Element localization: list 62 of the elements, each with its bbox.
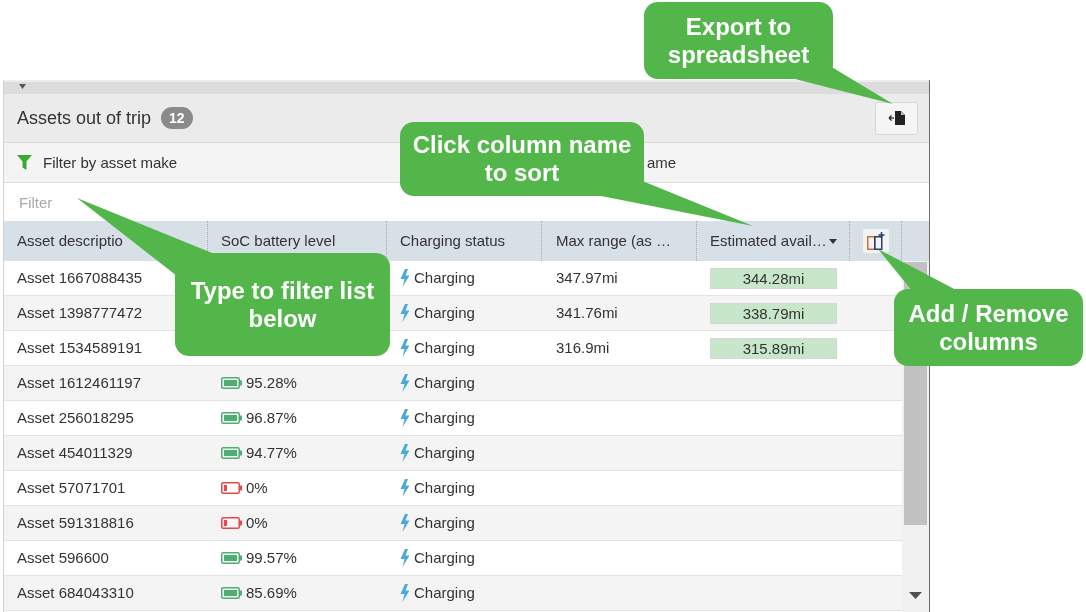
lightning-icon — [400, 514, 410, 532]
charging-status: Charging — [414, 409, 475, 427]
filter-button[interactable]: ame — [647, 153, 677, 172]
asset-name: Asset 256018295 — [17, 409, 134, 427]
charging-status: Charging — [414, 339, 475, 357]
lightning-icon — [400, 374, 410, 392]
count-badge: 12 — [161, 107, 193, 129]
column-header[interactable]: Estimated avail… — [710, 232, 837, 250]
lightning-icon — [400, 479, 410, 497]
charging-status: Charging — [414, 304, 475, 322]
lightning-icon — [400, 409, 410, 427]
estimated-range-bar: 344.28mi — [710, 267, 837, 289]
asset-name: Asset 1398777472 — [17, 304, 143, 322]
max-range: 316.9mi — [556, 339, 610, 357]
battery-percent: 85.69% — [246, 584, 297, 602]
column-header[interactable]: SoC battery level — [221, 232, 336, 250]
charging-status: Charging — [414, 549, 475, 567]
max-range: 341.76mi — [556, 304, 618, 322]
columns-plus-icon — [866, 232, 885, 250]
battery-percent: 95.28% — [246, 374, 297, 392]
charging-status: Charging — [414, 269, 475, 287]
panel-title: Assets out of trip — [17, 107, 152, 129]
asset-name: Asset 591318816 — [17, 514, 134, 532]
column-header[interactable]: Charging status — [400, 232, 506, 250]
battery-percent: 96.87% — [246, 409, 297, 427]
asset-name: Asset 596600 — [17, 549, 109, 567]
lightning-icon — [400, 444, 410, 462]
asset-name: Asset 1534589191 — [17, 339, 143, 357]
estimated-range-bar: 338.79mi — [710, 302, 837, 324]
charging-status: Charging — [414, 479, 475, 497]
lightning-icon — [400, 269, 410, 287]
export-button[interactable] — [875, 101, 918, 135]
annotation-callout: Export to spreadsheet — [644, 2, 833, 79]
filter-button[interactable]: Filter by asset make — [17, 153, 178, 172]
column-header[interactable]: Asset descriptio — [17, 232, 123, 250]
charging-status: Charging — [414, 444, 475, 462]
lightning-icon — [400, 304, 410, 322]
asset-name: Asset 1612461197 — [17, 374, 141, 392]
asset-name: Asset 454011329 — [17, 444, 133, 462]
caret-down-icon — [828, 238, 837, 244]
scroll-arrow-icon[interactable] — [909, 592, 922, 599]
add-columns-button[interactable] — [862, 229, 889, 253]
lightning-icon — [400, 549, 410, 567]
max-range: 347.97mi — [556, 269, 618, 287]
caret-down-icon[interactable] — [19, 84, 26, 89]
annotation-callout: Type to filter list below — [175, 253, 390, 356]
asset-name: Asset 684043310 — [17, 584, 134, 602]
charging-status: Charging — [414, 374, 475, 392]
battery-percent: 99.57% — [246, 549, 297, 567]
asset-name: Asset 1667088435 — [17, 269, 143, 287]
arrow-document-icon — [887, 110, 906, 126]
lightning-icon — [400, 584, 410, 602]
asset-name: Asset 57071701 — [17, 479, 126, 497]
funnel-icon — [17, 155, 32, 170]
estimated-range-bar: 315.89mi — [710, 337, 837, 359]
charging-status: Charging — [414, 514, 475, 532]
lightning-icon — [400, 339, 410, 357]
charging-status: Charging — [414, 584, 475, 602]
battery-percent: 0% — [246, 514, 268, 532]
column-header[interactable]: Max range (as … — [556, 232, 672, 250]
battery-percent: 94.77% — [246, 444, 297, 462]
battery-percent: 0% — [246, 479, 268, 497]
